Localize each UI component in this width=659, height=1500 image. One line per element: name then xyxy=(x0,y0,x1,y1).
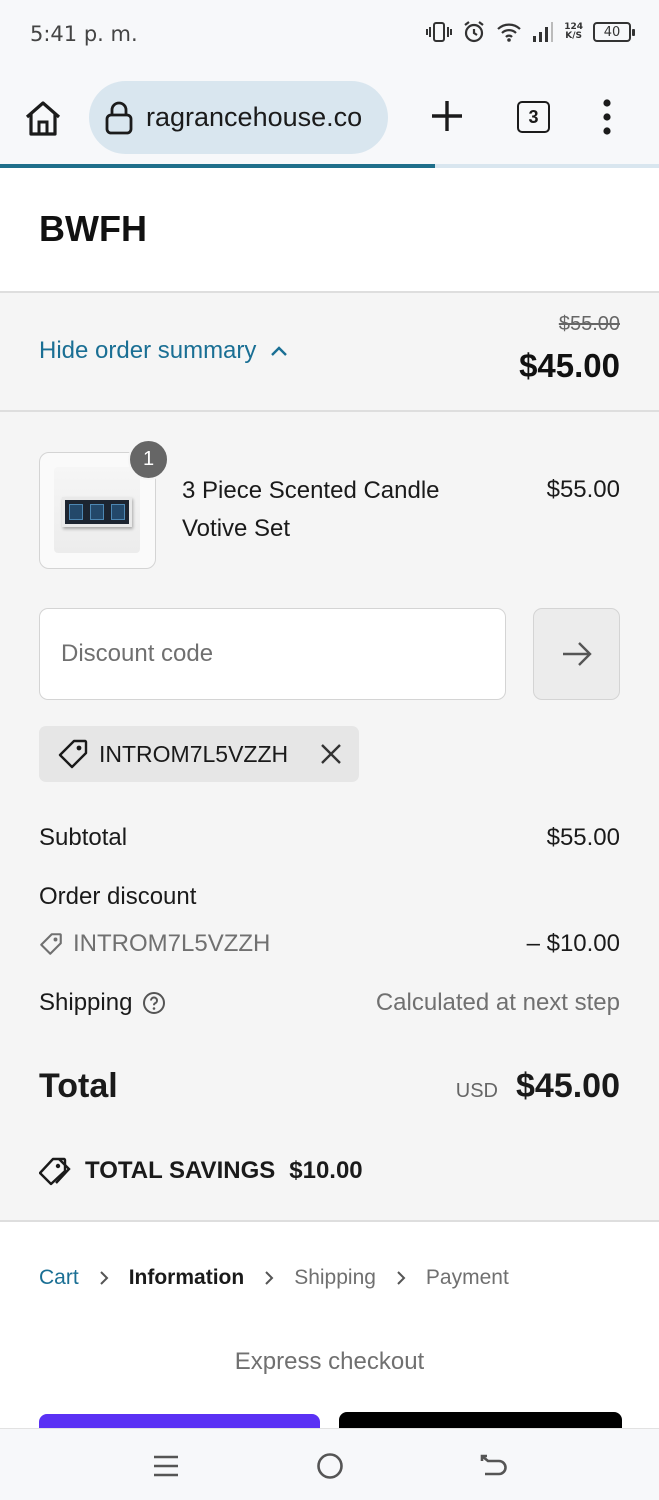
subtotal-value: $55.00 xyxy=(546,824,620,851)
shipping-label: Shipping xyxy=(39,989,133,1016)
vibrate-icon xyxy=(426,22,453,42)
currency-code: USD xyxy=(455,1080,498,1102)
toggle-label-text: Hide order summary xyxy=(39,337,257,364)
chevron-right-icon xyxy=(265,1271,274,1285)
subtotal-label: Subtotal xyxy=(39,824,128,851)
savings-label: TOTAL SAVINGS xyxy=(85,1157,276,1184)
arrow-right-icon xyxy=(562,642,592,666)
apply-discount-button[interactable] xyxy=(533,608,620,700)
savings-value: $10.00 xyxy=(289,1157,363,1184)
speed-unit: K/S xyxy=(565,31,582,41)
breadcrumb-information: Information xyxy=(128,1266,245,1289)
subtotal-row: Subtotal $55.00 xyxy=(39,824,620,852)
discount-code-row: INTROM7L5VZZH – $10.00 xyxy=(39,930,620,963)
discount-code-input[interactable] xyxy=(39,608,506,700)
order-summary-toggle[interactable]: Hide order summary $55.00 $45.00 xyxy=(0,293,659,412)
chevron-up-icon xyxy=(271,346,288,356)
discount-value: – $10.00 xyxy=(526,930,620,957)
breadcrumb-shipping: Shipping xyxy=(294,1266,376,1289)
circle-home-icon[interactable] xyxy=(315,1451,345,1481)
summary-price: $45.00 xyxy=(519,347,620,384)
battery-indicator: 40 xyxy=(593,22,635,42)
applied-code-text: INTROM7L5VZZH xyxy=(99,740,289,767)
product-image xyxy=(54,467,140,553)
original-price: $55.00 xyxy=(558,313,620,335)
discount-code-detail: INTROM7L5VZZH xyxy=(39,930,270,958)
express-checkout-label: Express checkout xyxy=(234,1348,425,1375)
shipping-value: Calculated at next step xyxy=(375,989,620,1016)
chevron-right-icon xyxy=(99,1271,109,1285)
signal-icon xyxy=(533,22,554,42)
breadcrumb-cart[interactable]: Cart xyxy=(39,1266,79,1290)
tag-icon xyxy=(58,739,88,769)
url-text[interactable]: ragrancehouse.co xyxy=(146,102,362,133)
system-navigation-bar xyxy=(0,1428,659,1500)
breadcrumb: Cart Information Shipping Payment xyxy=(39,1266,509,1290)
help-icon[interactable] xyxy=(142,991,166,1015)
tag-icon xyxy=(40,933,62,955)
shipping-label-group: Shipping xyxy=(39,989,166,1017)
url-bar[interactable]: ragrancehouse.co xyxy=(89,81,388,154)
network-speed: 124 K/S xyxy=(564,23,583,41)
savings-tag-icon xyxy=(39,1157,71,1186)
status-time: 5:41 p. m. xyxy=(30,22,138,46)
store-header: BWFH xyxy=(0,168,659,293)
chevron-right-icon xyxy=(397,1271,406,1285)
discount-code-text: INTROM7L5VZZH xyxy=(73,930,271,957)
total-savings: TOTAL SAVINGS $10.00 xyxy=(39,1156,363,1186)
candle-set-image xyxy=(62,497,132,527)
order-summary: 1 3 Piece Scented Candle Votive Set $55.… xyxy=(0,412,659,1222)
more-vert-icon[interactable] xyxy=(596,98,618,136)
home-icon[interactable] xyxy=(22,98,64,138)
back-icon[interactable] xyxy=(479,1451,509,1481)
product-price: $55.00 xyxy=(546,476,620,503)
shipping-row: Shipping Calculated at next step xyxy=(39,989,620,1017)
status-bar: 5:41 p. m. 124 K/S 40 xyxy=(0,0,659,68)
checkout-breadcrumb: Cart Information Shipping Payment Expres… xyxy=(0,1222,659,1434)
breadcrumb-payment: Payment xyxy=(425,1266,509,1289)
order-discount-label: Order discount xyxy=(39,883,197,910)
order-discount-row: Order discount xyxy=(39,883,620,911)
hide-order-summary-button[interactable]: Hide order summary xyxy=(39,337,288,365)
total-label: Total xyxy=(39,1067,118,1105)
quantity-badge: 1 xyxy=(128,439,169,480)
tab-switcher-button[interactable]: 3 xyxy=(517,101,550,133)
wifi-icon xyxy=(497,23,521,42)
product-name: 3 Piece Scented Candle Votive Set xyxy=(182,477,440,542)
applied-discount-chip: INTROM7L5VZZH xyxy=(39,726,359,782)
status-icons: 124 K/S 40 xyxy=(426,20,635,44)
plus-icon[interactable] xyxy=(429,98,465,134)
alarm-icon xyxy=(464,21,484,43)
total-value: $45.00 xyxy=(516,1067,620,1105)
lock-icon[interactable] xyxy=(104,100,134,136)
store-name[interactable]: BWFH xyxy=(39,208,147,250)
close-icon[interactable] xyxy=(319,742,343,766)
browser-toolbar: ragrancehouse.co 3 xyxy=(0,68,659,166)
menu-icon[interactable] xyxy=(151,1451,181,1481)
